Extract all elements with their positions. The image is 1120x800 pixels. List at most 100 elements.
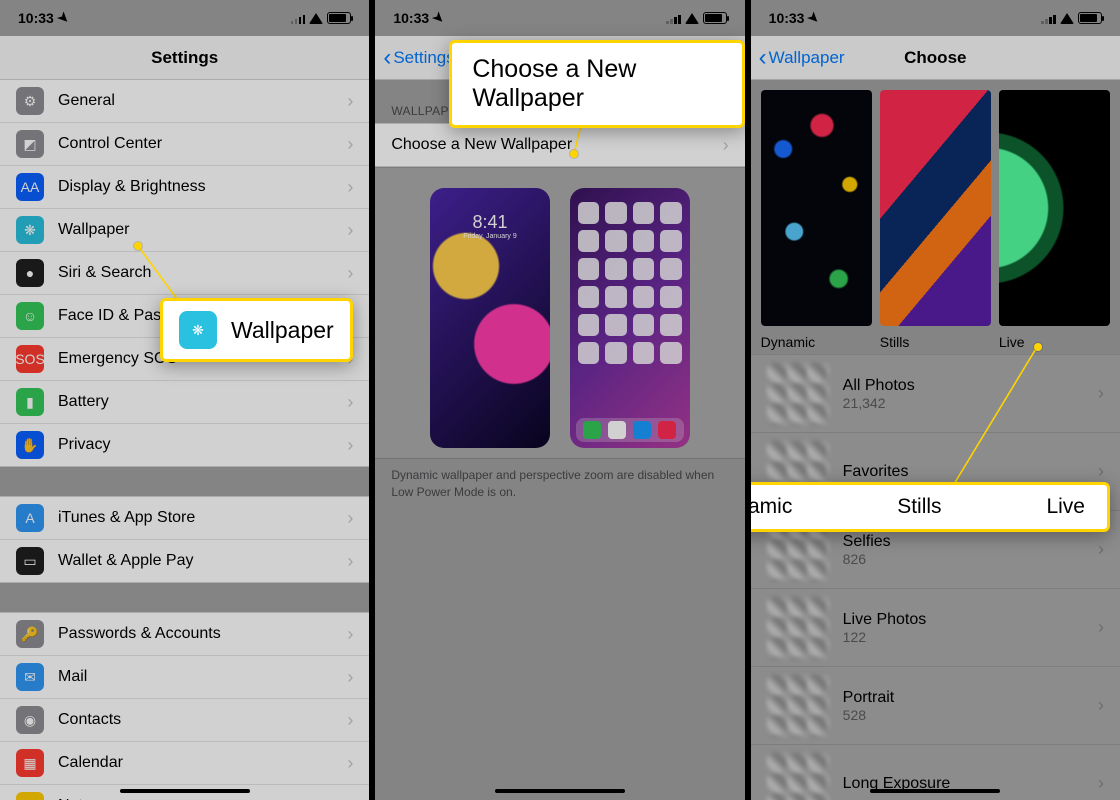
wallpaper-previews: 8:41 Friday, January 9 xyxy=(375,167,744,459)
row-icon: ☺︎ xyxy=(16,302,44,330)
album-name: Portrait xyxy=(843,689,1098,707)
callout-dot xyxy=(134,242,142,250)
status-time: 10:33 xyxy=(18,10,54,26)
status-time: 10:33 xyxy=(393,10,429,26)
settings-row[interactable]: ▭ Wallet & Apple Pay › xyxy=(0,539,369,583)
row-label: Choose a New Wallpaper xyxy=(391,136,722,154)
row-icon: ◉ xyxy=(16,706,44,734)
row-icon: AA xyxy=(16,173,44,201)
dynamic-thumb xyxy=(761,90,872,326)
chevron-back-icon: ‹ xyxy=(759,46,767,70)
row-label: Battery xyxy=(58,393,347,411)
chevron-right-icon: › xyxy=(347,551,353,572)
lock-date: Friday, January 9 xyxy=(430,233,550,240)
location-icon: ➤ xyxy=(54,8,73,27)
home-indicator[interactable] xyxy=(495,789,625,794)
row-label: Display & Brightness xyxy=(58,178,347,196)
back-label: Settings xyxy=(393,48,454,68)
settings-row[interactable]: ◩ Control Center › xyxy=(0,122,369,166)
chevron-right-icon: › xyxy=(347,91,353,112)
page-title: Choose xyxy=(904,48,966,68)
status-bar: 10:33 ➤ xyxy=(751,0,1120,36)
album-count: 122 xyxy=(843,629,1098,645)
status-bar: 10:33 ➤ xyxy=(375,0,744,36)
signal-icon xyxy=(1041,13,1056,24)
wifi-icon xyxy=(1060,13,1074,24)
back-button[interactable]: ‹Wallpaper xyxy=(759,36,845,79)
chevron-right-icon: › xyxy=(1098,461,1104,482)
home-screen-preview[interactable] xyxy=(570,188,690,448)
category-label: Stills xyxy=(880,326,991,354)
album-row[interactable]: Portrait 528 › xyxy=(751,666,1120,744)
home-indicator[interactable] xyxy=(870,789,1000,794)
settings-row[interactable]: ✉︎ Mail › xyxy=(0,655,369,699)
callout-label: Wallpaper xyxy=(231,317,334,344)
settings-row[interactable]: A iTunes & App Store › xyxy=(0,496,369,540)
row-label: Calendar xyxy=(58,754,347,772)
back-button[interactable]: ‹Settings xyxy=(383,36,454,79)
row-icon: ▮ xyxy=(16,388,44,416)
battery-icon xyxy=(327,12,351,24)
settings-row[interactable]: ✋ Privacy › xyxy=(0,423,369,467)
settings-row[interactable]: 🔑 Passwords & Accounts › xyxy=(0,612,369,656)
row-label: Siri & Search xyxy=(58,264,347,282)
location-icon: ➤ xyxy=(429,8,448,27)
category-label: Dynamic xyxy=(761,326,872,354)
settings-row[interactable]: ◉ Contacts › xyxy=(0,698,369,742)
callout-dot xyxy=(1034,343,1042,351)
settings-row[interactable]: ▮ Battery › xyxy=(0,380,369,424)
status-time: 10:33 xyxy=(769,10,805,26)
row-label: Passwords & Accounts xyxy=(58,625,347,643)
chevron-right-icon: › xyxy=(1098,539,1104,560)
album-thumb xyxy=(767,597,829,659)
callout-categories: Dynamic Stills Live xyxy=(751,482,1110,532)
row-label: Control Center xyxy=(58,135,347,153)
settings-row[interactable]: ⚙︎ General › xyxy=(0,79,369,123)
footer-hint: Dynamic wallpaper and perspective zoom a… xyxy=(375,459,744,501)
home-indicator[interactable] xyxy=(120,789,250,794)
chevron-right-icon: › xyxy=(1098,617,1104,638)
wifi-icon xyxy=(309,13,323,24)
chevron-right-icon: › xyxy=(347,710,353,731)
settings-row[interactable]: ❋ Wallpaper › xyxy=(0,208,369,252)
settings-row[interactable]: ▦ Calendar › xyxy=(0,741,369,785)
callout-wallpaper: ❋ Wallpaper xyxy=(160,298,353,362)
signal-icon xyxy=(666,13,681,24)
row-icon: ▭ xyxy=(16,547,44,575)
screen-settings: 10:33 ➤ Settings ⚙︎ General › ◩ Control … xyxy=(0,0,375,800)
callout-label: Stills xyxy=(897,495,941,519)
wallpaper-categories: Dynamic Stills Live xyxy=(751,80,1120,354)
wifi-icon xyxy=(685,13,699,24)
album-row[interactable]: Live Photos 122 › xyxy=(751,588,1120,666)
lock-screen-preview[interactable]: 8:41 Friday, January 9 xyxy=(430,188,550,448)
stills-thumb xyxy=(880,90,991,326)
callout-label: Dynamic xyxy=(751,495,793,519)
category-label: Live xyxy=(999,326,1110,354)
chevron-right-icon: › xyxy=(347,134,353,155)
album-name: All Photos xyxy=(843,377,1098,395)
screen-choose: 10:33 ➤ ‹Wallpaper Choose Dynamic Stills… xyxy=(751,0,1120,800)
callout-label: Choose a New Wallpaper xyxy=(472,55,721,113)
albums-list: All Photos 21,342 › Favorites › Selfies … xyxy=(751,354,1120,800)
page-title: Settings xyxy=(151,48,218,68)
settings-row[interactable]: ● Siri & Search › xyxy=(0,251,369,295)
wallpaper-icon: ❋ xyxy=(179,311,217,349)
battery-icon xyxy=(1078,12,1102,24)
screen-wallpaper: 10:33 ➤ ‹Settings WALLPAPER Choose a New… xyxy=(375,0,750,800)
row-label: General xyxy=(58,92,347,110)
chevron-right-icon: › xyxy=(347,220,353,241)
album-row[interactable]: All Photos 21,342 › xyxy=(751,354,1120,432)
row-label: Mail xyxy=(58,668,347,686)
lock-time: 8:41 xyxy=(430,188,550,233)
row-icon: ✋ xyxy=(16,431,44,459)
category-stills[interactable]: Stills xyxy=(880,90,991,354)
category-dynamic[interactable]: Dynamic xyxy=(761,90,872,354)
album-name: Live Photos xyxy=(843,611,1098,629)
navbar: Settings xyxy=(0,36,369,80)
row-icon: ⚙︎ xyxy=(16,87,44,115)
settings-row[interactable]: AA Display & Brightness › xyxy=(0,165,369,209)
category-live[interactable]: Live xyxy=(999,90,1110,354)
chevron-right-icon: › xyxy=(347,263,353,284)
row-choose-new-wallpaper[interactable]: Choose a New Wallpaper › xyxy=(375,123,744,167)
status-bar: 10:33 ➤ xyxy=(0,0,369,36)
